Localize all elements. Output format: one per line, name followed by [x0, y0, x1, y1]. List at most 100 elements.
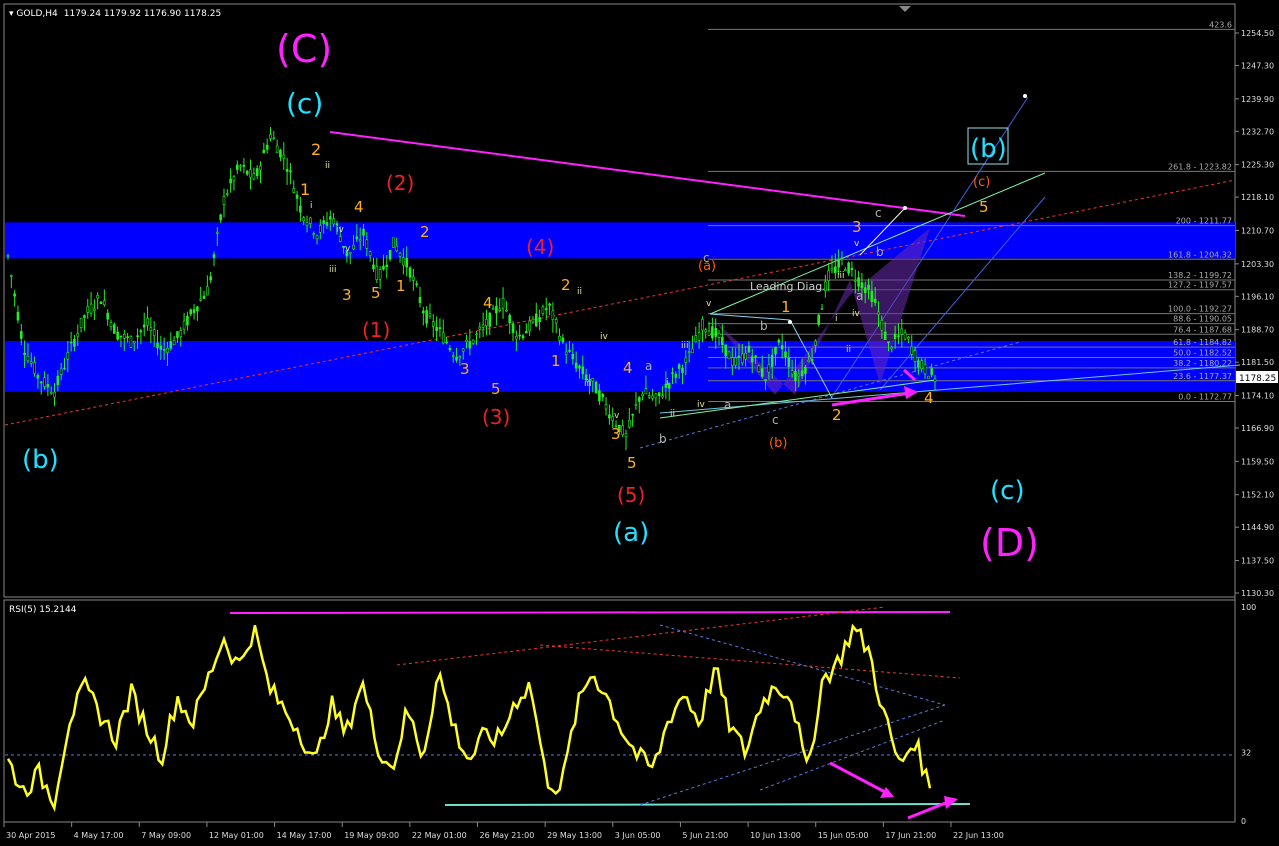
- candle-body: [196, 306, 199, 312]
- candle-body: [488, 312, 492, 327]
- label-2-red: (2): [386, 171, 414, 195]
- candle-body: [292, 188, 296, 193]
- time-label: 26 May 21:00: [480, 831, 535, 840]
- symbol-label: GOLD,H4: [16, 9, 58, 19]
- candle-body: [481, 324, 485, 328]
- candle-body: [83, 315, 86, 318]
- label-2b: 2: [561, 276, 571, 294]
- candle-body: [372, 264, 375, 270]
- candle-body: [279, 149, 282, 158]
- candle-body: [485, 319, 488, 327]
- roman-iv-4: iv: [852, 309, 861, 319]
- roman-ii-2: ii: [577, 287, 582, 297]
- candle-body: [23, 352, 26, 356]
- candle-body: [166, 347, 169, 353]
- label-leading-diagonal: Leading Diag.: [750, 280, 826, 293]
- fib-label-6: 100.0 - 1192.27: [1168, 305, 1232, 314]
- price-label: 1210.70: [1241, 226, 1274, 235]
- candle-body: [687, 351, 691, 353]
- rsi-top-line: [229, 611, 951, 614]
- candle-body: [608, 414, 611, 419]
- label-2c: 2: [832, 406, 842, 424]
- candle-body: [890, 347, 894, 350]
- candle-body: [162, 349, 166, 351]
- point-marker: [903, 206, 907, 210]
- small-c3: c: [875, 206, 882, 220]
- candle-body: [435, 327, 438, 332]
- candle-body: [850, 268, 854, 271]
- rsi-title: RSI(5) 15.2144: [9, 605, 77, 615]
- roman-iii-4: iii: [837, 271, 845, 281]
- fib-label-2: 200 - 1211.77: [1176, 217, 1232, 226]
- candle-body: [355, 236, 359, 240]
- chart-canvas[interactable]: 1178.25 1254.501247.301239.901232.701225…: [0, 0, 1279, 842]
- main-chart-frame: [3, 3, 1236, 598]
- candle-body: [717, 332, 721, 338]
- candle-body: [295, 194, 299, 199]
- time-axis: 30 Apr 2015 4 May 17:00 7 May 09:00 12 May …: [3, 822, 1004, 840]
- candle-body: [252, 173, 256, 180]
- candle-body: [651, 395, 654, 399]
- time-label: 22 May 01:00: [412, 831, 467, 840]
- candle-body: [59, 368, 63, 375]
- candle-body: [159, 345, 163, 350]
- candle-body: [877, 311, 880, 315]
- candle-body: [747, 345, 751, 353]
- candle-body: [272, 137, 276, 140]
- candle-body: [900, 328, 904, 335]
- candle-body: [534, 313, 538, 327]
- price-label: 1144.90: [1241, 523, 1274, 532]
- collapse-icon[interactable]: ▾: [9, 9, 16, 19]
- candle-body: [225, 193, 229, 195]
- candle-body: [395, 245, 399, 252]
- candle-body: [724, 344, 727, 357]
- candle-body: [897, 335, 900, 338]
- candle-body: [322, 220, 325, 224]
- candle-body: [731, 357, 734, 366]
- candle-body: [920, 360, 924, 370]
- time-label: 10 Jun 13:00: [750, 831, 801, 840]
- candle-body: [704, 329, 708, 333]
- candle-body: [269, 134, 272, 139]
- time-label: 12 May 01:00: [209, 831, 264, 840]
- rsi-axis-labels: 100 32 0: [1241, 603, 1256, 826]
- roman-iii: iii: [329, 265, 337, 275]
- trading-chart-window: 1178.25 1254.50 1247.30 1239.90 1232.70 1225…: [0, 0, 1279, 842]
- small-b2: b: [760, 319, 768, 333]
- candle-body: [63, 367, 66, 370]
- candle-body: [445, 341, 448, 344]
- candle-body: [727, 351, 731, 360]
- candle-body: [428, 313, 432, 317]
- candle-body: [840, 257, 844, 259]
- candle-body: [232, 176, 236, 182]
- candle-body: [338, 236, 342, 242]
- candle-body: [684, 357, 688, 363]
- candle-body: [857, 277, 860, 287]
- fib-label-5: 127.2 - 1197.57: [1168, 281, 1232, 290]
- rsi-level-label: 32: [1241, 749, 1251, 758]
- candle-body: [156, 342, 159, 349]
- roman-v: v: [345, 244, 351, 254]
- candle-body: [810, 359, 814, 362]
- label-4b: 4: [483, 294, 493, 312]
- fib-label-3: 161.8 - 1204.32: [1168, 250, 1232, 259]
- candle-body: [362, 228, 365, 236]
- candle-body: [634, 404, 638, 406]
- candle-body: [711, 326, 714, 339]
- support-zone-2: [5, 340, 1235, 392]
- candle-body: [647, 395, 651, 398]
- label-3: 3: [342, 286, 352, 304]
- roman-v-2: v: [614, 411, 620, 421]
- candle-body: [388, 249, 392, 260]
- label-5b: 5: [491, 380, 501, 398]
- candle-body: [574, 362, 578, 369]
- candle-body: [578, 365, 581, 369]
- candle-body: [933, 378, 937, 382]
- candle-body: [315, 235, 319, 240]
- candle-body: [767, 364, 771, 373]
- candle-body: [754, 355, 757, 358]
- candle-body: [69, 341, 73, 344]
- candle-body: [222, 196, 226, 205]
- candle-body: [6, 255, 10, 257]
- label-5d: 5: [979, 198, 989, 216]
